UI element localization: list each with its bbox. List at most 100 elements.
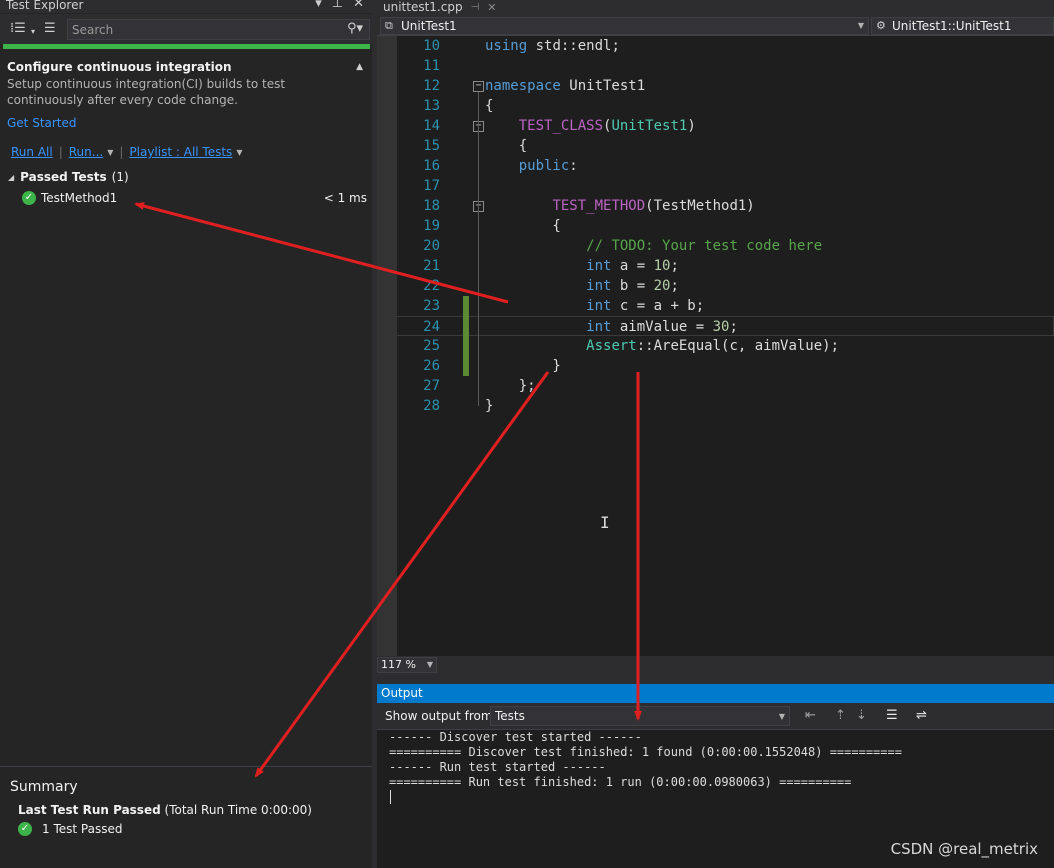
code-line[interactable]: 25 Assert::AreEqual(c, aimValue); <box>397 336 1054 356</box>
group-by-icon[interactable]: ⁞☰ <box>10 21 26 37</box>
watermark: CSDN @real_metrix <box>890 840 1038 858</box>
code-line[interactable]: 11 <box>397 56 1054 76</box>
document-tab-strip: unittest1.cpp ⊣ ✕ <box>377 0 1054 15</box>
code-line[interactable]: 12 namespace UnitTest1 <box>397 76 1054 96</box>
fold-guide <box>478 212 479 366</box>
code-line[interactable]: 14 TEST_CLASS(UnitTest1) <box>397 116 1054 136</box>
collapse-region-icon[interactable]: − <box>473 81 484 92</box>
project-scope-dropdown[interactable]: ⧉ UnitTest1 ▼ <box>380 17 869 35</box>
output-source-dropdown[interactable]: Tests ▼ <box>490 706 790 726</box>
code-line[interactable]: 26 } <box>397 356 1054 376</box>
code-token: 20 <box>653 278 671 294</box>
line-number: 17 <box>423 178 440 194</box>
chevron-down-icon[interactable]: ▼ <box>779 708 785 726</box>
code-text: int aimValue = 30; <box>485 317 738 337</box>
close-icon[interactable]: ✕ <box>487 1 496 14</box>
toggle-word-wrap-icon[interactable]: ⇌ <box>916 708 927 723</box>
total-run-time: (Total Run Time 0:00:00) <box>164 803 312 817</box>
test-row[interactable]: ✓ TestMethod1 < 1 ms <box>22 190 370 206</box>
code-line[interactable]: 19 { <box>397 216 1054 236</box>
collapse-icon[interactable]: ▲ <box>356 62 363 72</box>
line-number: 14 <box>423 118 440 134</box>
list-view-icon[interactable]: ☰ <box>44 21 56 37</box>
line-number: 11 <box>423 58 440 74</box>
code-line[interactable]: 20 // TODO: Your test code here <box>397 236 1054 256</box>
code-token: std::endl; <box>527 38 620 54</box>
find-message-icon[interactable]: ⇤ <box>805 708 816 723</box>
code-token: int <box>586 298 612 314</box>
code-token: }; <box>485 378 536 394</box>
run-link[interactable]: Run... <box>69 145 103 159</box>
tab-unittest1-cpp[interactable]: unittest1.cpp ⊣ ✕ <box>377 0 503 15</box>
change-tracking-bar <box>463 296 469 376</box>
member-scope-dropdown[interactable]: ⚙ UnitTest1::UnitTest1 <box>871 17 1054 35</box>
playlist-link[interactable]: Playlist : All Tests <box>129 145 232 159</box>
pin-icon[interactable]: ⊥ <box>332 0 343 10</box>
window-menu-icon[interactable]: ▾ <box>315 0 322 10</box>
code-text: TEST_METHOD(TestMethod1) <box>485 196 755 216</box>
test-search-box[interactable]: ⚲▾ <box>67 19 370 40</box>
output-title: Output <box>381 686 423 700</box>
code-line[interactable]: 21 int a = 10; <box>397 256 1054 276</box>
test-run-progress-bar <box>3 44 370 49</box>
line-number: 18 <box>423 198 440 214</box>
code-token: int <box>586 319 612 335</box>
code-line[interactable]: 16 public: <box>397 156 1054 176</box>
code-token: (TestMethod1) <box>645 198 755 214</box>
test-group-passed[interactable]: ◢ Passed Tests (1) <box>8 170 129 184</box>
pin-icon[interactable]: ⊣ <box>471 1 480 14</box>
chevron-down-icon[interactable]: ▼ <box>427 658 433 672</box>
clear-all-icon[interactable]: ☰ <box>886 708 898 723</box>
run-all-link[interactable]: Run All <box>11 145 53 159</box>
code-line[interactable]: 18 TEST_METHOD(TestMethod1) <box>397 196 1054 216</box>
code-line[interactable]: 22 int b = 20; <box>397 276 1054 296</box>
search-input[interactable] <box>72 20 332 39</box>
code-text: { <box>485 96 493 116</box>
close-icon[interactable]: ✕ <box>353 0 364 10</box>
code-token: Assert <box>586 338 637 354</box>
search-icon[interactable]: ⚲▾ <box>347 21 363 36</box>
run-bar: Run All | Run... ▼ | Playlist : All Test… <box>11 144 242 160</box>
code-token: aimValue = <box>611 319 713 335</box>
project-icon: ⧉ <box>385 19 393 32</box>
passed-count-text[interactable]: 1 Test Passed <box>42 822 122 836</box>
code-line[interactable]: 15 { <box>397 136 1054 156</box>
code-text: public: <box>485 156 578 176</box>
expand-triangle-icon[interactable]: ◢ <box>8 173 14 182</box>
get-started-link[interactable]: Get Started <box>7 116 77 130</box>
group-by-dropdown-icon[interactable]: ▾ <box>31 24 35 40</box>
show-output-from-label: Show output from: <box>385 709 497 723</box>
zoom-dropdown[interactable]: 117 % ▼ <box>377 657 437 673</box>
test-name: TestMethod1 <box>41 191 118 205</box>
playlist-dropdown-icon[interactable]: ▼ <box>236 148 242 157</box>
output-line: ========== Discover test finished: 1 fou… <box>389 745 902 759</box>
code-token: c = a + b; <box>611 298 705 314</box>
code-token: ::AreEqual(c, aimValue); <box>636 338 840 354</box>
line-number: 15 <box>423 138 440 154</box>
code-line[interactable]: 27 }; <box>397 376 1054 396</box>
code-line[interactable]: 28} <box>397 396 1054 416</box>
summary-last-run: Last Test Run Passed (Total Run Time 0:0… <box>18 803 312 817</box>
code-line[interactable]: 24 int aimValue = 30; <box>397 316 1054 336</box>
run-dropdown-icon[interactable]: ▼ <box>107 148 113 157</box>
previous-message-icon[interactable]: ⇡ <box>835 708 846 723</box>
group-name: Passed Tests <box>20 170 107 184</box>
code-token: ; <box>729 319 738 335</box>
code-token: UnitTest1 <box>560 78 646 94</box>
member-scope-value: UnitTest1::UnitTest1 <box>892 19 1012 33</box>
code-line[interactable]: 23 int c = a + b; <box>397 296 1054 316</box>
code-line[interactable]: 13 { <box>397 96 1054 116</box>
line-number: 28 <box>423 398 440 414</box>
next-message-icon[interactable]: ⇣ <box>856 708 867 723</box>
code-token: { <box>485 138 528 154</box>
code-token: ) <box>687 118 696 134</box>
code-editor[interactable]: 10 using std::endl;1112 namespace UnitTest… <box>377 36 1054 656</box>
code-line[interactable]: 17 <box>397 176 1054 196</box>
code-line[interactable]: 10 using std::endl; <box>397 36 1054 56</box>
chevron-down-icon[interactable]: ▼ <box>858 18 864 34</box>
